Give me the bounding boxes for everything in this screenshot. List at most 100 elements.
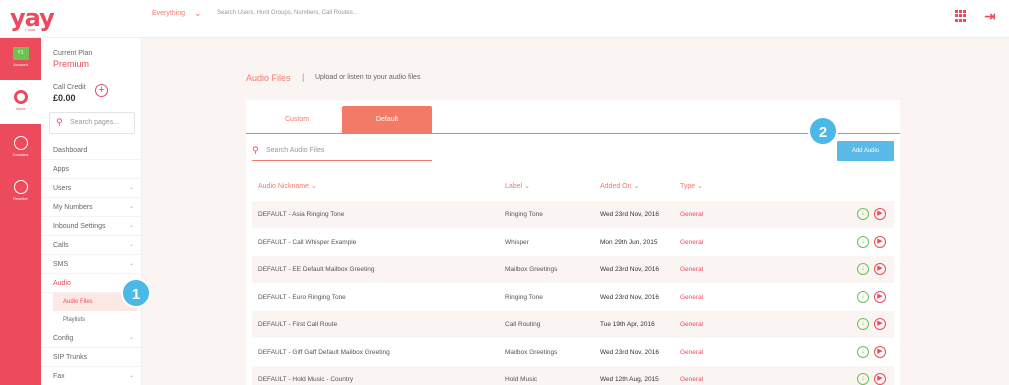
- column-header-type[interactable]: Type ⌄: [680, 182, 703, 190]
- sidebar-item-label: Inbound Settings: [53, 223, 106, 230]
- chevron-down-icon: ⌄: [128, 335, 134, 341]
- audio-search-placeholder: Search Audio Files: [266, 147, 325, 154]
- rail-voice[interactable]: Voice: [0, 80, 41, 124]
- table-row[interactable]: DEFAULT - Asia Ringing Tone Ringing Tone…: [252, 201, 894, 229]
- add-audio-button[interactable]: Add Audio: [837, 141, 894, 161]
- audio-search-input[interactable]: ⚲ Search Audio Files: [252, 142, 432, 161]
- sidebar-subitem-playlists[interactable]: Playlists: [41, 311, 142, 329]
- tab-default[interactable]: Default: [342, 106, 432, 134]
- table-row[interactable]: DEFAULT - Giff Gaff Default Mailbox Gree…: [252, 339, 894, 366]
- sidebar: Current Plan Premium Call Credit £0.00 +…: [41, 38, 142, 385]
- cell-label: Hold Music: [505, 376, 538, 383]
- table-row[interactable]: DEFAULT - Call Whisper Example Whisper M…: [252, 229, 894, 256]
- sidebar-item-sip-trunks[interactable]: SIP Trunks: [41, 348, 142, 367]
- sidebar-menu: Dashboard Apps Users ⌄ My Numbers ⌄ Inboun…: [41, 141, 142, 385]
- cell-label: Ringing Tone: [505, 211, 543, 218]
- search-icon: ⚲: [56, 117, 63, 127]
- play-icon[interactable]: ▶: [874, 318, 886, 330]
- sidebar-item-config[interactable]: Config ⌄: [41, 329, 142, 348]
- column-header-label[interactable]: Label ⌄: [505, 182, 530, 190]
- tab-custom[interactable]: Custom: [252, 106, 342, 134]
- cell-added-on: Tue 19th Apr, 2016: [600, 321, 655, 328]
- top-bar: yay • com Everything ⌄ Search Users, Hun…: [0, 0, 1009, 38]
- download-icon[interactable]: ↓: [857, 290, 869, 303]
- cell-nickname: DEFAULT - First Call Route: [258, 321, 338, 328]
- cell-label: Call Routing: [505, 321, 541, 328]
- download-icon[interactable]: ↓: [857, 318, 869, 330]
- sidebar-item-label: Users: [53, 185, 72, 192]
- audio-files-card: Custom Default ⚲ Search Audio Files Add …: [246, 100, 900, 385]
- sidebar-item-users[interactable]: Users ⌄: [41, 179, 142, 198]
- apps-grid-icon[interactable]: [955, 10, 967, 22]
- table-row[interactable]: DEFAULT - Euro Ringing Tone Ringing Tone…: [252, 284, 894, 311]
- sidebar-item-label: SMS: [53, 261, 69, 268]
- page-search-input[interactable]: ⚲ Search pages...: [49, 112, 135, 134]
- sidebar-item-dashboard[interactable]: Dashboard: [41, 141, 142, 160]
- plan-value[interactable]: Premium: [53, 59, 89, 69]
- cell-type: General: [680, 211, 704, 218]
- cell-label: Whisper: [505, 238, 529, 246]
- rail-account[interactable]: Y1 Account: [0, 38, 41, 80]
- download-icon[interactable]: ↓: [857, 345, 869, 358]
- play-icon[interactable]: ▶: [874, 345, 886, 358]
- rail-voice-label: Voice: [15, 106, 26, 111]
- credit-value: £0.00: [53, 93, 76, 103]
- search-icon: ⚲: [252, 145, 259, 155]
- sidebar-item-label: Fax: [53, 373, 65, 380]
- download-icon[interactable]: ↓: [857, 373, 869, 385]
- rail-domains-label: Domains: [12, 152, 29, 157]
- table-row[interactable]: DEFAULT - First Call Route Call Routing …: [252, 311, 894, 339]
- chevron-down-icon: ⌄: [128, 261, 134, 267]
- download-icon[interactable]: ↓: [857, 263, 869, 275]
- cell-nickname: DEFAULT - Giff Gaff Default Mailbox Gree…: [258, 348, 390, 356]
- cell-type: General: [680, 293, 704, 301]
- search-scope-select[interactable]: Everything: [152, 10, 185, 17]
- play-icon[interactable]: ▶: [874, 290, 886, 303]
- chevron-down-icon[interactable]: ⌄: [194, 8, 202, 19]
- rail-reseller[interactable]: Reseller: [0, 174, 41, 212]
- download-icon[interactable]: ↓: [857, 235, 869, 248]
- rail-domains[interactable]: Domains: [0, 130, 41, 168]
- cell-nickname: DEFAULT - EE Default Mailbox Greeting: [258, 266, 375, 273]
- credit-caption: Call Credit: [53, 84, 86, 91]
- play-icon[interactable]: ▶: [874, 373, 886, 385]
- cell-type: General: [680, 348, 704, 356]
- sidebar-item-label: Dashboard: [53, 147, 88, 154]
- column-header-nickname[interactable]: Audio Nickname ⌄: [258, 182, 317, 190]
- play-icon[interactable]: ▶: [874, 263, 886, 275]
- page-search-placeholder: Search pages...: [70, 119, 120, 126]
- cell-type: General: [680, 321, 704, 328]
- logout-icon[interactable]: ⇥: [984, 8, 996, 25]
- cell-label: Mailbox Greetings: [505, 348, 558, 356]
- play-icon[interactable]: ▶: [874, 208, 886, 220]
- column-header-added-on[interactable]: Added On ⌄: [600, 182, 639, 190]
- title-separator: |: [302, 72, 305, 82]
- globe-icon: [13, 136, 28, 150]
- chevron-down-icon: ⌄: [128, 185, 134, 191]
- play-icon[interactable]: ▶: [874, 235, 886, 248]
- add-credit-button[interactable]: +: [95, 84, 108, 97]
- cell-added-on: Wed 12th Aug, 2015: [600, 376, 659, 383]
- voice-icon: [13, 90, 28, 104]
- download-icon[interactable]: ↓: [857, 208, 869, 220]
- cell-type: General: [680, 238, 704, 246]
- sidebar-item-label: Calls: [53, 242, 69, 249]
- sidebar-item-fax[interactable]: Fax ⌄: [41, 367, 142, 385]
- global-search-input[interactable]: Search Users, Hunt Groups, Numbers, Call…: [217, 10, 358, 16]
- table-row[interactable]: DEFAULT - Hold Music - Country Hold Musi…: [252, 366, 894, 385]
- cell-label: Mailbox Greetings: [505, 266, 558, 273]
- chevron-down-icon: ⌄: [128, 242, 134, 248]
- sidebar-item-apps[interactable]: Apps: [41, 160, 142, 179]
- sidebar-item-my-numbers[interactable]: My Numbers ⌄: [41, 198, 142, 217]
- cell-type: General: [680, 266, 704, 273]
- cell-added-on: Mon 29th Jun, 2015: [600, 238, 658, 246]
- sidebar-item-calls[interactable]: Calls ⌄: [41, 236, 142, 255]
- chevron-down-icon: ⌄: [128, 373, 134, 379]
- rail-reseller-label: Reseller: [13, 196, 28, 201]
- sidebar-item-sms[interactable]: SMS ⌄: [41, 255, 142, 274]
- table-row[interactable]: DEFAULT - EE Default Mailbox Greeting Ma…: [252, 256, 894, 284]
- cell-added-on: Wed 23rd Nov, 2016: [600, 293, 660, 301]
- chevron-down-icon: ⌄: [128, 223, 134, 229]
- sidebar-item-label: My Numbers: [53, 204, 93, 211]
- sidebar-item-inbound-settings[interactable]: Inbound Settings ⌄: [41, 217, 142, 236]
